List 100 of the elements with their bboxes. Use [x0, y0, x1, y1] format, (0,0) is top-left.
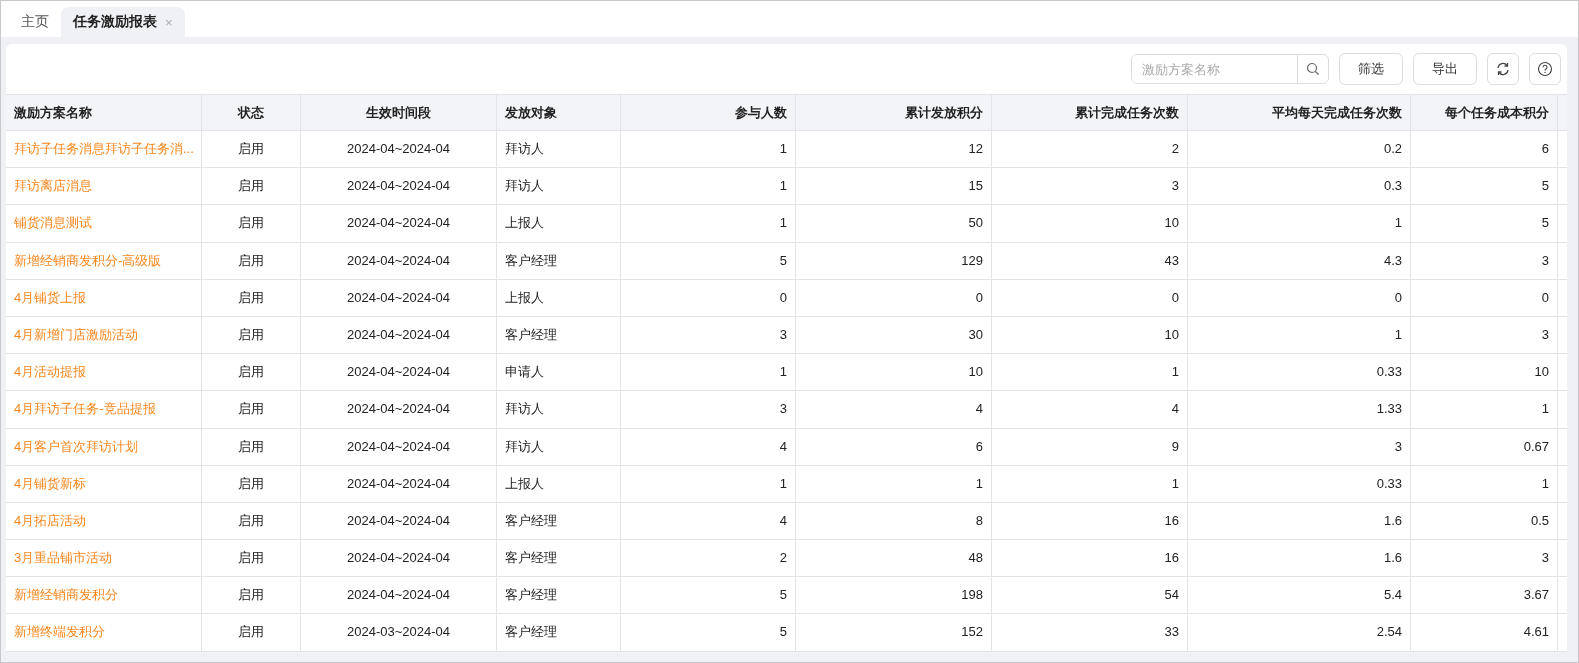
- table-cell: 4: [621, 428, 796, 465]
- table-cell: 启用: [202, 168, 301, 205]
- tab[interactable]: 主页: [9, 7, 61, 37]
- table-cell: 1: [796, 465, 992, 502]
- table-cell: 3: [1411, 316, 1558, 354]
- table-cell: 6: [1411, 131, 1558, 168]
- column-header: 累计发放积分: [796, 95, 992, 130]
- table-cell: 2024-04~2024-04: [301, 577, 497, 614]
- table-cell: 1: [621, 465, 796, 502]
- table-cell: 1: [1188, 316, 1411, 354]
- table-cell: 1: [621, 168, 796, 205]
- table-cell: 16: [992, 502, 1188, 540]
- plan-name-link[interactable]: 4月新增门店激励活动: [6, 316, 202, 354]
- table-cell: 1: [1411, 465, 1558, 502]
- table-cell: 0: [1411, 279, 1558, 316]
- table-cell: 2024-04~2024-04: [301, 391, 497, 428]
- table-cell: 拜访人: [497, 391, 621, 428]
- table-cell: 2024-04~2024-04: [301, 168, 497, 205]
- refresh-icon[interactable]: [1487, 53, 1519, 85]
- table-cell: 0.2: [1188, 131, 1411, 168]
- table-cell: 1.6: [1188, 540, 1411, 577]
- plan-name-link[interactable]: 4月铺货上报: [6, 279, 202, 316]
- plan-name-link[interactable]: 拜访子任务消息拜访子任务消...: [6, 131, 202, 168]
- table-cell: 2024-04~2024-04: [301, 242, 497, 279]
- table-cell: 0: [992, 279, 1188, 316]
- table-cell: 10: [1411, 354, 1558, 391]
- column-header: 累计完成任务次数: [992, 95, 1188, 130]
- table-cell: 启用: [202, 577, 301, 614]
- table-cell: 2024-04~2024-04: [301, 205, 497, 242]
- table-cell: 启用: [202, 614, 301, 651]
- table-cell: 客户经理: [497, 540, 621, 577]
- table-cell: 2024-04~2024-04: [301, 502, 497, 540]
- column-header: 平均每天完成任务次数: [1188, 95, 1411, 130]
- table-cell: 198: [796, 577, 992, 614]
- table-cell: 0: [1188, 279, 1411, 316]
- toolbar-button[interactable]: 导出: [1413, 53, 1477, 85]
- close-icon[interactable]: ×: [165, 14, 173, 30]
- table-cell: 0.33: [1188, 465, 1411, 502]
- table-cell: 1: [992, 354, 1188, 391]
- table-cell: 5: [621, 577, 796, 614]
- table-cell: 5: [621, 614, 796, 651]
- plan-name-link[interactable]: 铺货消息测试: [6, 205, 202, 242]
- table-cell: 33: [992, 614, 1188, 651]
- plan-name-link[interactable]: 4月活动提报: [6, 354, 202, 391]
- column-header: 激励方案名称: [6, 95, 202, 130]
- table-cell: 2024-03~2024-04: [301, 614, 497, 651]
- table-cell: 3: [992, 168, 1188, 205]
- table-cell: 5: [1411, 168, 1558, 205]
- table-cell: 2.54: [1188, 614, 1411, 651]
- search-field[interactable]: 激励方案名称: [1131, 54, 1329, 84]
- plan-name-link[interactable]: 新增终端发积分: [6, 614, 202, 651]
- plan-name-link[interactable]: 新增经销商发积分-高级版: [6, 242, 202, 279]
- table-cell: 0.67: [1411, 428, 1558, 465]
- table-cell: 50: [796, 205, 992, 242]
- table-cell: 1.6: [1188, 502, 1411, 540]
- table-cell: 4.3: [1188, 242, 1411, 279]
- table-cell: 启用: [202, 205, 301, 242]
- table-cell: 3: [1188, 428, 1411, 465]
- column-header: 生效时间段: [301, 95, 497, 130]
- table-cell: 30: [796, 316, 992, 354]
- table-cell: 2024-04~2024-04: [301, 428, 497, 465]
- table-cell: 拜访人: [497, 168, 621, 205]
- toolbar-button[interactable]: 筛选: [1339, 53, 1403, 85]
- table-cell: 3: [621, 316, 796, 354]
- plan-name-link[interactable]: 拜访离店消息: [6, 168, 202, 205]
- plan-name-link[interactable]: 4月拜访子任务-竞品提报: [6, 391, 202, 428]
- table-cell: 48: [796, 540, 992, 577]
- table-cell: 客户经理: [497, 242, 621, 279]
- table-cell: 4: [621, 502, 796, 540]
- tab[interactable]: 任务激励报表 ×: [61, 7, 185, 37]
- table-cell: 3: [1411, 242, 1558, 279]
- help-icon[interactable]: [1529, 53, 1561, 85]
- table-cell: 客户经理: [497, 614, 621, 651]
- table-cell: 2024-04~2024-04: [301, 316, 497, 354]
- table-cell: 2024-04~2024-04: [301, 354, 497, 391]
- table-cell: 拜访人: [497, 131, 621, 168]
- table-cell: 5: [621, 242, 796, 279]
- table-cell: 4: [796, 391, 992, 428]
- table-cell: 2: [621, 540, 796, 577]
- table-cell: 10: [992, 316, 1188, 354]
- table-cell: 2: [992, 131, 1188, 168]
- table-cell: 9: [992, 428, 1188, 465]
- table-cell: 0.5: [1411, 502, 1558, 540]
- table-cell: 1: [621, 354, 796, 391]
- table-cell: 129: [796, 242, 992, 279]
- plan-name-link[interactable]: 4月铺货新标: [6, 465, 202, 502]
- table-cell: 4.61: [1411, 614, 1558, 651]
- table-cell: 0: [796, 279, 992, 316]
- plan-name-link[interactable]: 新增经销商发积分: [6, 577, 202, 614]
- table-cell: 启用: [202, 316, 301, 354]
- plan-name-link[interactable]: 4月客户首次拜访计划: [6, 428, 202, 465]
- table-cell: 3.67: [1411, 577, 1558, 614]
- table-cell: 客户经理: [497, 577, 621, 614]
- table-cell: 1.33: [1188, 391, 1411, 428]
- table-cell: 0.3: [1188, 168, 1411, 205]
- table-cell: 启用: [202, 502, 301, 540]
- plan-name-link[interactable]: 4月拓店活动: [6, 502, 202, 540]
- table-cell: 上报人: [497, 279, 621, 316]
- table-cell: 6: [796, 428, 992, 465]
- plan-name-link[interactable]: 3月重品铺市活动: [6, 540, 202, 577]
